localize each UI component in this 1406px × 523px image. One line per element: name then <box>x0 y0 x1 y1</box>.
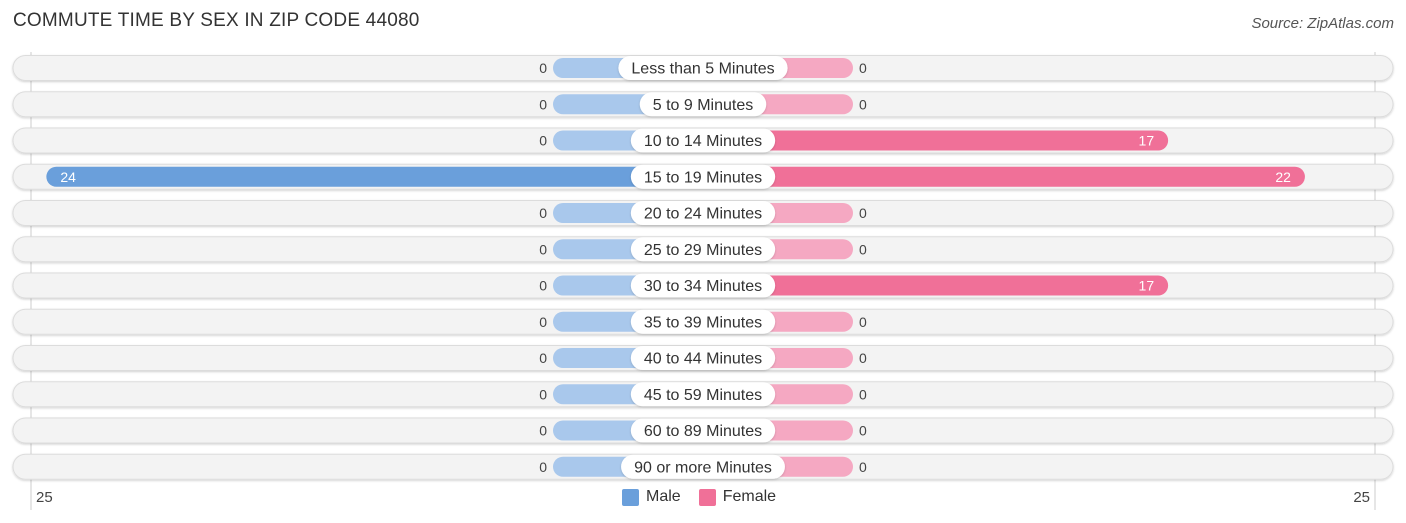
value-label-male: 0 <box>539 205 547 221</box>
value-label-female: 0 <box>859 314 867 330</box>
value-label-female: 17 <box>1139 133 1155 149</box>
category-label: 90 or more Minutes <box>634 459 772 476</box>
value-label-male: 0 <box>539 350 547 366</box>
value-label-female: 0 <box>859 205 867 221</box>
bar-male <box>46 166 714 187</box>
value-label-female: 0 <box>859 96 867 112</box>
category-label: 60 to 89 Minutes <box>644 423 762 440</box>
value-label-female: 22 <box>1275 169 1291 185</box>
value-label-male: 0 <box>539 423 547 439</box>
value-label-female: 0 <box>859 241 867 257</box>
value-label-male: 0 <box>539 386 547 402</box>
value-label-male: 0 <box>539 133 547 149</box>
legend-label-female: Female <box>722 488 777 505</box>
bar-row: 5 to 9 Minutes 0 0 <box>12 91 1394 118</box>
value-label-male: 0 <box>539 314 547 330</box>
legend: Male Female <box>622 488 794 506</box>
legend-item-male: Male <box>622 488 681 506</box>
value-label-female: 0 <box>859 60 867 76</box>
category-label: 5 to 9 Minutes <box>653 97 754 114</box>
category-label: 25 to 29 Minutes <box>644 242 762 259</box>
value-label-male: 0 <box>539 60 547 76</box>
category-label: 20 to 24 Minutes <box>644 206 762 223</box>
category-label: 10 to 14 Minutes <box>644 133 762 150</box>
bar-row: 10 to 14 Minutes 0 17 <box>12 127 1394 154</box>
bar-row: 90 or more Minutes 0 0 <box>12 453 1394 480</box>
category-label: 35 to 39 Minutes <box>644 314 762 331</box>
bar-row: 20 to 24 Minutes 0 0 <box>12 200 1394 226</box>
axis-left-label: 25 <box>36 489 53 506</box>
value-label-female: 0 <box>859 386 867 402</box>
value-label-male: 0 <box>539 96 547 112</box>
bar-female <box>693 166 1305 187</box>
bar-row: 60 to 89 Minutes 0 0 <box>12 417 1394 444</box>
bar-row: 25 to 29 Minutes 0 0 <box>12 236 1394 263</box>
bar-row: Less than 5 Minutes 0 0 <box>12 55 1394 81</box>
category-label: 45 to 59 Minutes <box>644 387 762 404</box>
chart-area: Less than 5 Minutes0 05 to 9 Minutes0 010 … <box>12 52 1394 510</box>
value-label-female: 17 <box>1139 278 1155 294</box>
legend-item-female: Female <box>698 488 777 506</box>
value-label-female: 0 <box>859 350 867 366</box>
bar-row: 15 to 19 Minutes 24 22 <box>12 163 1394 190</box>
bar-row: 30 to 34 Minutes 0 17 <box>12 272 1394 299</box>
bar-row: 35 to 39 Minutes 0 0 <box>12 308 1394 335</box>
category-label: 15 to 19 Minutes <box>644 169 762 186</box>
legend-label-male: Male <box>646 488 681 505</box>
value-label-male: 0 <box>539 278 547 294</box>
legend-swatch-female <box>698 488 716 506</box>
category-label: Less than 5 Minutes <box>631 61 774 78</box>
value-label-female: 0 <box>859 459 867 475</box>
category-label: 40 to 44 Minutes <box>644 351 762 368</box>
axis-right-label: 25 <box>1353 489 1370 506</box>
value-label-male: 0 <box>539 459 547 475</box>
legend-swatch-male <box>622 488 639 506</box>
value-label-female: 0 <box>859 423 867 439</box>
value-label-male: 24 <box>60 169 76 185</box>
bar-row: 40 to 44 Minutes 0 0 <box>12 345 1394 371</box>
value-label-male: 0 <box>539 241 547 257</box>
bar-row: 45 to 59 Minutes 0 0 <box>12 381 1394 408</box>
category-label: 30 to 34 Minutes <box>644 278 762 295</box>
